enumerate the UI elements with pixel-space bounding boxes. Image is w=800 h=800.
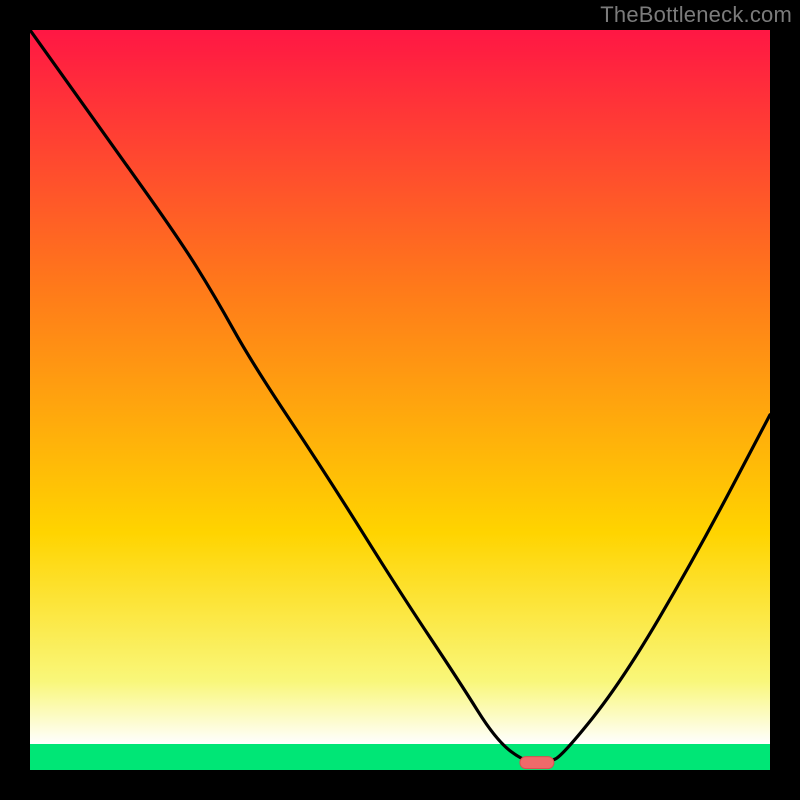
bottleneck-chart (30, 30, 770, 770)
plot-background (30, 30, 770, 770)
optimal-marker (520, 757, 554, 769)
watermark-text: TheBottleneck.com (600, 2, 792, 28)
chart-frame: TheBottleneck.com (0, 0, 800, 800)
